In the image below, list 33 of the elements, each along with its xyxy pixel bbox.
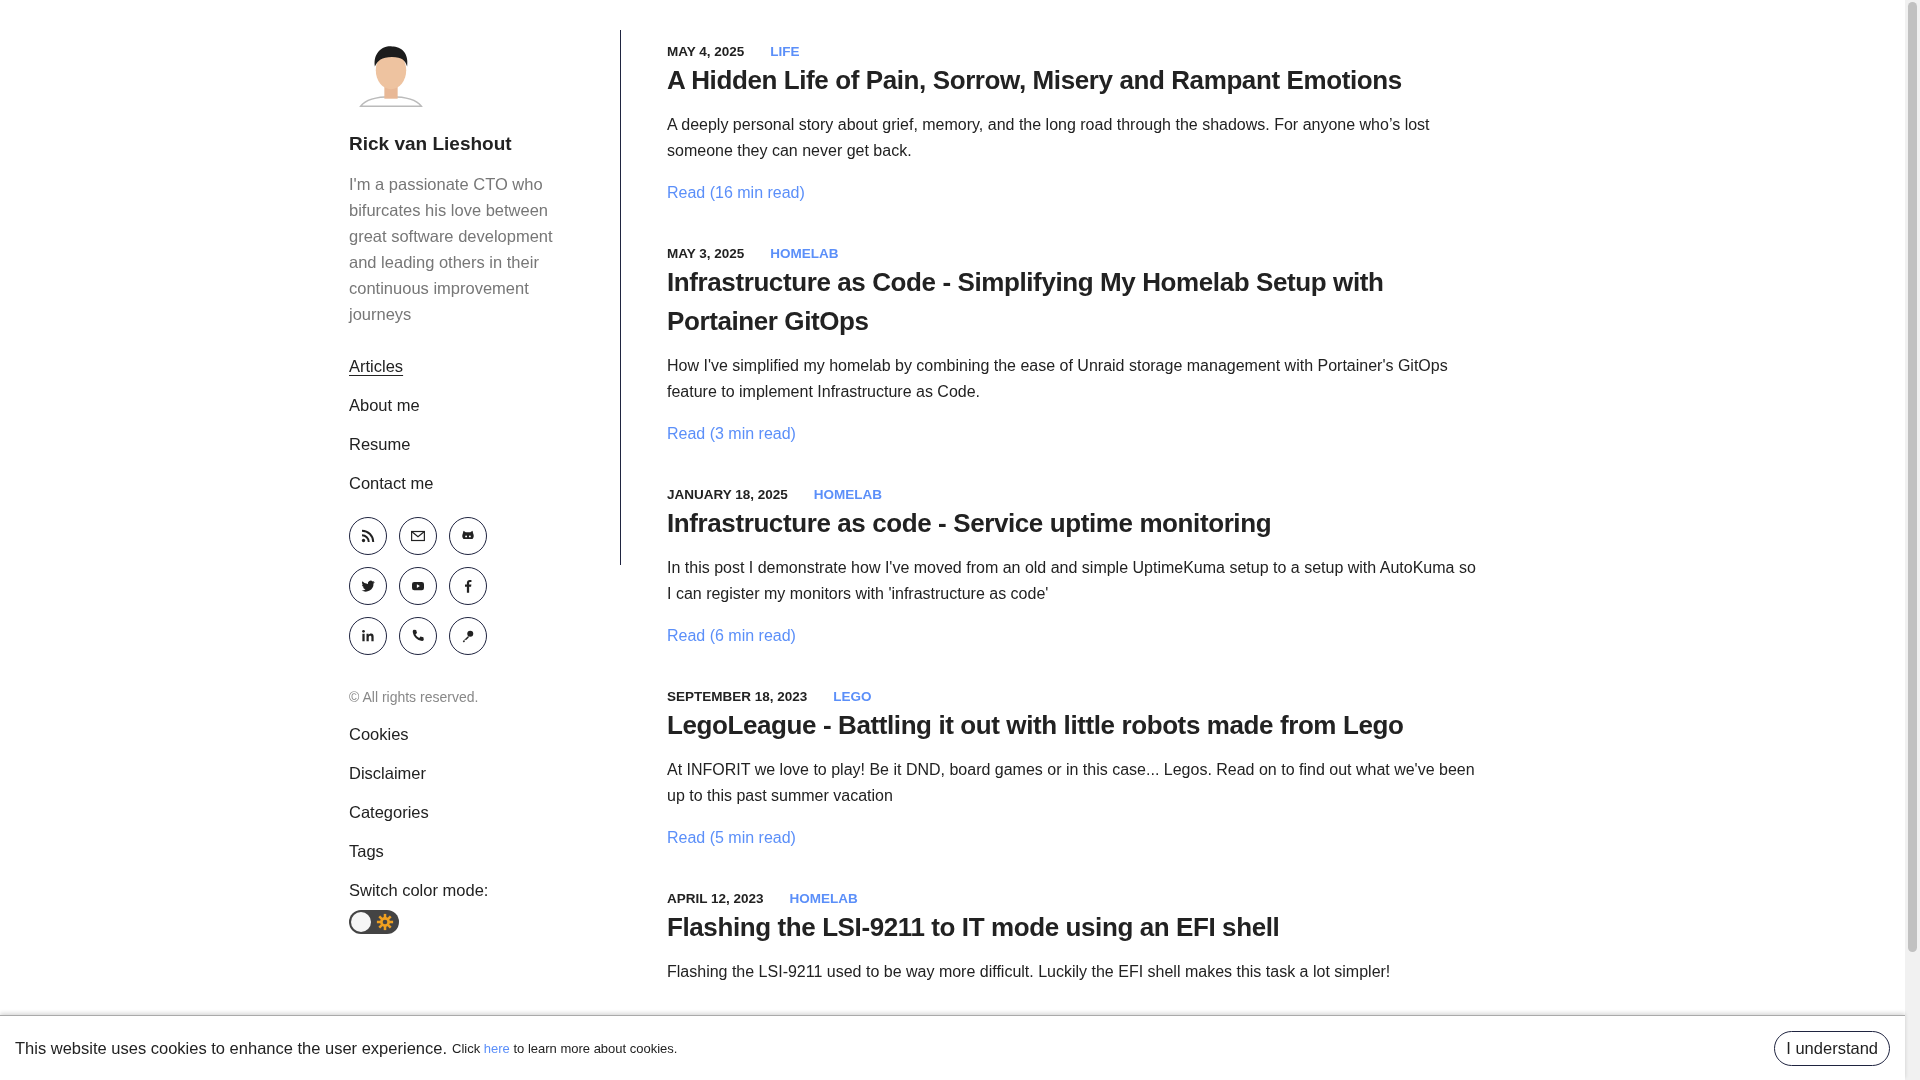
sun-icon <box>376 913 394 931</box>
post-date: MAY 3, 2025 <box>667 246 745 261</box>
cookie-message: This website uses cookies to enhance the user experience. <box>15 1038 447 1058</box>
post-date: SEPTEMBER 18, 2023 <box>667 689 808 704</box>
post-excerpt: Flashing the LSI-9211 used to be way more difficult. Luckily the EFI shell makes this task a lot simpler! <box>667 962 1392 982</box>
post-excerpt: A deeply personal story about grief, memory, and the long road through the shadows. For anyone who’s lost someone they can never get back. <box>667 115 1431 161</box>
post-excerpt: In this post I demonstrate how I've moved from an old and simple UptimeKuma setup to a setup with AutoKuma so I can register my monitors with 'infrastructure as code' <box>667 558 1477 604</box>
footer-link[interactable]: Disclaimer <box>349 763 426 783</box>
post-title[interactable]: A Hidden Life of Pain, Sorrow, Misery and Rampant Emotions <box>667 61 1477 100</box>
accept-cookies-button[interactable]: I understand <box>1774 1030 1890 1066</box>
post-title[interactable]: Flashing the LSI-9211 to IT mode using an EFI shell <box>667 908 1477 947</box>
footer-link[interactable]: Tags <box>349 841 384 861</box>
post-date: JANUARY 18, 2025 <box>667 487 788 502</box>
footer-link[interactable]: Categories <box>349 802 429 822</box>
post-title[interactable]: Infrastructure as Code - Simplifying My Homelab Setup with Portainer GitOps <box>667 263 1477 341</box>
color-mode-label: Switch color mode: <box>349 880 489 900</box>
post-excerpt: How I've simplified my homelab by combining the ease of Unraid storage management with Portainer's GitOps feature to implement Infrastructure as Code. <box>667 356 1449 402</box>
author-bio: I'm a passionate CTO who bifurcates his love between great software development and leading others in their continuous improvement journeys <box>349 174 554 325</box>
post-title[interactable]: LegoLeague - Battling it out with little robots made from Lego <box>667 706 1477 745</box>
nav-link[interactable]: About me <box>349 395 420 415</box>
author-name: Rick van Lieshout <box>349 133 512 155</box>
footer-link[interactable]: Cookies <box>349 724 409 744</box>
post-title[interactable]: Infrastructure as code - Service uptime monitoring <box>667 504 1477 543</box>
scrollbar[interactable] <box>1905 0 1920 1080</box>
color-mode-toggle[interactable] <box>349 910 399 934</box>
post-date: MAY 4, 2025 <box>667 44 745 59</box>
nav-link[interactable]: Articles <box>349 356 404 376</box>
nav-link[interactable]: Resume <box>349 434 411 454</box>
copyright-text: © All rights reserved. <box>349 689 479 705</box>
post-excerpt: At INFORIT we love to play! Be it DND, board games or in this case... Legos. Read on to find out what we've been up to this past summer vacation <box>667 760 1476 806</box>
nav-link[interactable]: Contact me <box>349 473 434 493</box>
cookie-note: Click here to learn more about cookies. <box>452 1040 678 1056</box>
post-date: APRIL 12, 2023 <box>667 891 764 906</box>
